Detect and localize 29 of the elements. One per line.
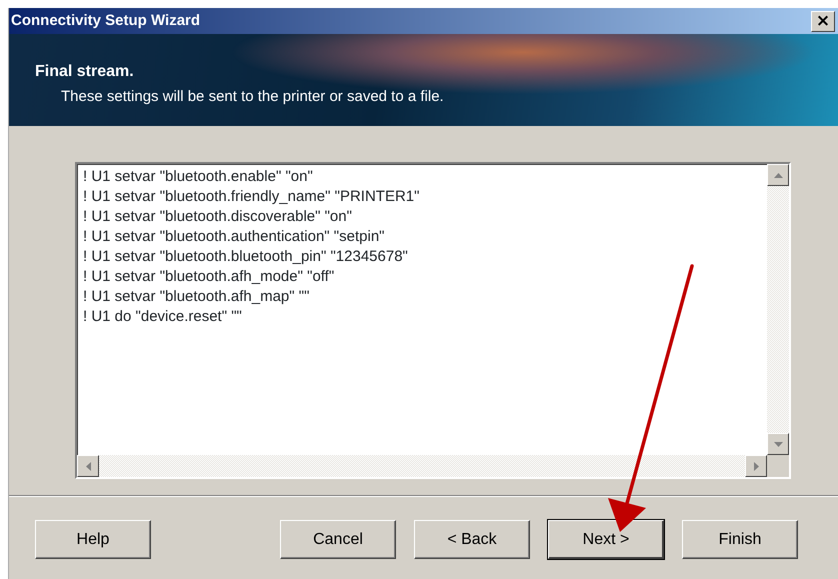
- up-arrow-icon: [774, 172, 782, 178]
- down-arrow-icon: [774, 442, 782, 446]
- wizard-button[interactable]: Help: [35, 520, 151, 559]
- scroll-left-button[interactable]: [77, 455, 99, 477]
- stream-line: ! U1 setvar "bluetooth.authentication" "setpin": [83, 227, 384, 247]
- scrollbar-corner: [767, 455, 789, 477]
- vertical-scrollbar[interactable]: [767, 164, 789, 455]
- horizontal-scrollbar[interactable]: [77, 455, 767, 477]
- stream-line: ! U1 setvar "bluetooth.friendly_name" "PRINTER1": [83, 187, 420, 207]
- stream-line: ! U1 setvar "bluetooth.bluetooth_pin" "12345678": [83, 247, 408, 267]
- left-arrow-icon: [86, 462, 90, 470]
- scroll-up-button[interactable]: [767, 164, 789, 186]
- stream-line: ! U1 setvar "bluetooth.discoverable" "on": [83, 207, 352, 227]
- stream-line: ! U1 do "device.reset" "": [83, 307, 242, 327]
- wizard-button[interactable]: Next >: [548, 520, 664, 559]
- stream-line: ! U1 setvar "bluetooth.afh_mode" "off": [83, 267, 334, 287]
- wizard-button[interactable]: Finish: [682, 520, 798, 559]
- step-description: These settings will be sent to the printer or saved to a file.: [61, 87, 445, 107]
- stream-line: ! U1 setvar "bluetooth.enable" "on": [83, 167, 313, 187]
- close-button[interactable]: ×: [811, 10, 835, 32]
- scroll-down-button[interactable]: [767, 433, 789, 455]
- wizard-button[interactable]: < Back: [414, 520, 530, 559]
- wizard-button[interactable]: Cancel: [280, 520, 396, 559]
- stream-line: ! U1 setvar "bluetooth.afh_map" "": [83, 287, 310, 307]
- stream-text-area[interactable]: [75, 162, 791, 479]
- right-arrow-icon: [754, 462, 758, 470]
- scroll-right-button[interactable]: [745, 455, 767, 477]
- window-title: Connectivity Setup Wizard: [11, 10, 200, 31]
- step-title: Final stream.: [35, 62, 135, 82]
